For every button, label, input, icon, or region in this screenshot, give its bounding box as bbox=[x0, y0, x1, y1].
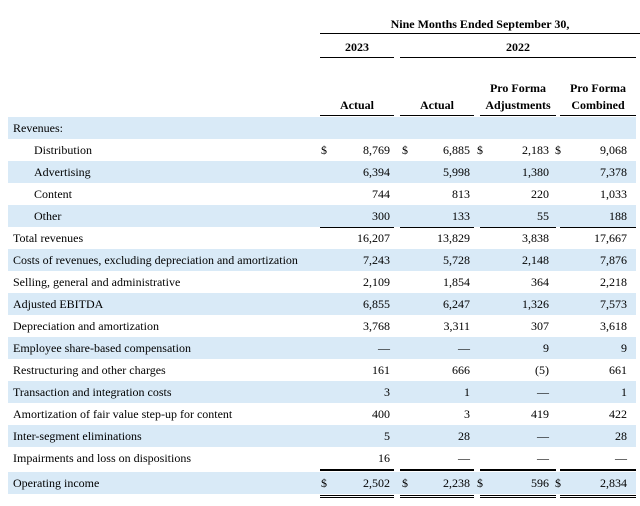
currency-symbol: $ bbox=[555, 143, 561, 157]
value-cell: 7,573 bbox=[600, 297, 627, 311]
value-cell: 3,618 bbox=[600, 319, 627, 333]
total-double-rule bbox=[480, 495, 556, 498]
table-row: Depreciation and amortization 3,768 3,311 3… bbox=[8, 315, 636, 337]
value-cell: 188 bbox=[609, 209, 627, 223]
value-cell: 7,876 bbox=[600, 253, 627, 267]
currency-symbol: $ bbox=[555, 476, 561, 490]
total-top-rule bbox=[480, 470, 556, 471]
value-cell: 9 bbox=[621, 341, 627, 355]
col-header-rule bbox=[560, 115, 636, 116]
col-header-line2: Actual bbox=[340, 98, 374, 112]
table-row: Inter-segment eliminations 5 28—28 bbox=[8, 425, 636, 447]
col-header-line2: Actual bbox=[420, 98, 454, 112]
total-double-rule bbox=[320, 495, 394, 498]
financial-table: Nine Months Ended September 30, 2023 202… bbox=[0, 0, 640, 506]
value-cell: 1,033 bbox=[600, 187, 627, 201]
col-header-line2: Combined bbox=[571, 98, 625, 112]
table-row: Adjusted EBITDA 6,855 6,247 1,326 7,573 bbox=[8, 293, 636, 315]
value-cell: 7,378 bbox=[600, 165, 627, 179]
table-row: Content 744 813 220 1,033 bbox=[8, 183, 636, 205]
period-header-rule bbox=[320, 33, 640, 34]
col-header-rule bbox=[480, 115, 556, 116]
table-row: Revenues: bbox=[8, 117, 636, 139]
period-header: Nine Months Ended September 30, bbox=[390, 17, 570, 31]
value-cell: 1 bbox=[621, 385, 627, 399]
year-2023-header: 2023 bbox=[345, 40, 369, 54]
table-row: Restructuring and other charges 161 666 (5)… bbox=[8, 359, 636, 381]
table-row: Total revenues 16,207 13,829 3,838 17,667 bbox=[8, 227, 636, 249]
value-cell: 28 bbox=[615, 429, 627, 443]
value-cell: 2,218 bbox=[600, 275, 627, 289]
col-header-line2: Adjustments bbox=[485, 98, 551, 112]
total-top-rule bbox=[560, 470, 636, 471]
value-cell: 422 bbox=[609, 407, 627, 421]
total-top-rule bbox=[320, 470, 394, 471]
year-2023-rule bbox=[320, 57, 394, 58]
table-row: Amortization of fair value step-up for c… bbox=[8, 403, 636, 425]
year-2022-header: 2022 bbox=[506, 40, 530, 54]
value-cell: 9,068 bbox=[600, 143, 627, 157]
value-cell: 17,667 bbox=[594, 231, 627, 245]
total-double-rule bbox=[560, 495, 636, 498]
table-row: Selling, general and administrative 2,109… bbox=[8, 271, 636, 293]
col-header-rule bbox=[320, 115, 394, 116]
value-cell: 661 bbox=[609, 363, 627, 377]
table-row: Other 300 133 55 188 bbox=[8, 205, 636, 227]
table-row: Employee share-based compensation — —9 9 bbox=[8, 337, 636, 359]
table-row: Transaction and integration costs 3 1—1 bbox=[8, 381, 636, 403]
total-top-rule bbox=[400, 470, 474, 471]
value-cell: 2,834 bbox=[600, 476, 627, 490]
value-cell bbox=[8, 117, 627, 139]
value-cell: — bbox=[615, 451, 627, 465]
table-row: Advertising 6,394 5,998 1,380 7,378 bbox=[8, 161, 636, 183]
table-row: Operating income 2,502 $2,238 $596 $2,834 $ bbox=[8, 472, 636, 494]
year-2022-rule bbox=[400, 57, 636, 58]
col-header-rule bbox=[400, 115, 474, 116]
table-row: Costs of revenues, excluding depreciatio… bbox=[8, 249, 636, 271]
total-double-rule bbox=[400, 495, 474, 498]
table-row: Impairments and loss on dispositions 16— —… bbox=[8, 447, 636, 469]
table-row: Distribution 8,769 $6,885 $2,183 $9,068 $ bbox=[8, 139, 636, 161]
